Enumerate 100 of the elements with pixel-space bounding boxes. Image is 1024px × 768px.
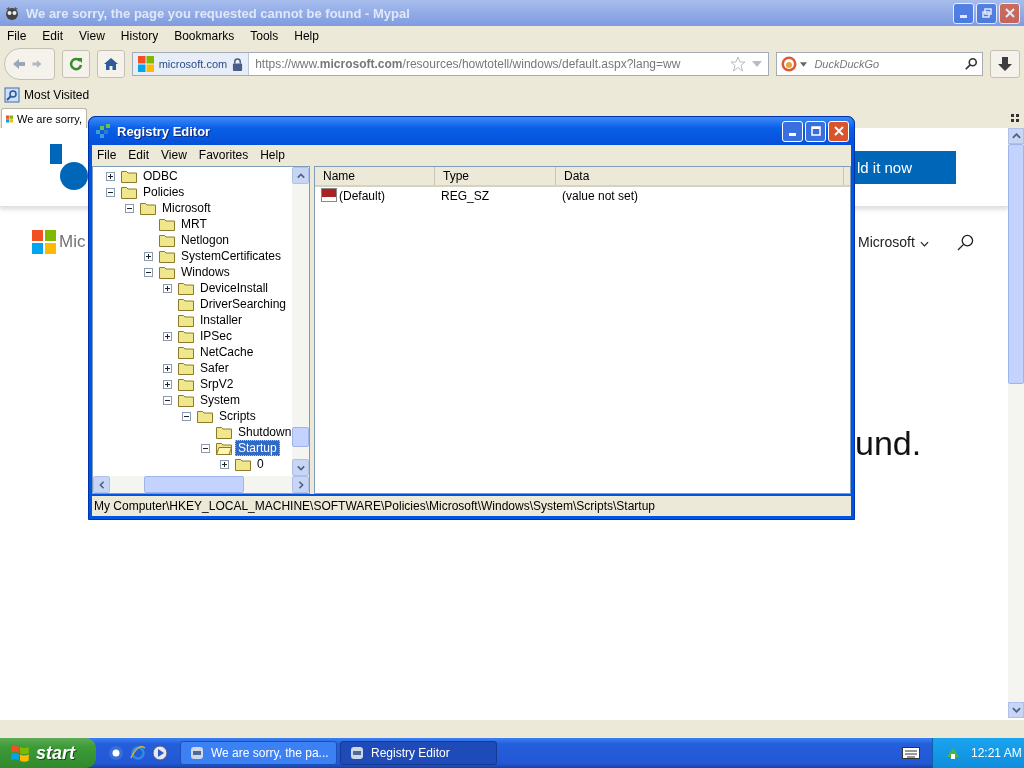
star-icon[interactable] [730,56,747,72]
folder-icon [178,361,194,375]
scroll-left-icon [97,480,106,489]
collapse-icon[interactable] [163,395,172,405]
site-identity-button[interactable]: microsoft.com [132,53,250,75]
home-icon [102,56,119,72]
string-value-icon [321,188,337,204]
menu-item[interactable]: Help [294,29,319,43]
menu-item[interactable]: Bookmarks [174,29,235,43]
expand-icon[interactable] [163,363,172,373]
column-header[interactable]: Type [435,167,556,185]
scroll-thumb[interactable] [1008,144,1024,384]
close-button[interactable] [999,2,1020,24]
menu-item[interactable]: Edit [42,29,64,43]
scroll-thumb[interactable] [292,427,309,447]
taskbar-button[interactable]: We are sorry, the pa... [180,741,337,765]
tree-item[interactable]: Scripts [216,408,259,424]
menu-item[interactable]: History [120,29,159,43]
bookmark-item[interactable]: Most Visited [4,87,90,103]
maximize-button[interactable] [805,120,826,142]
tree-item[interactable]: SrpV2 [197,376,237,392]
expand-icon[interactable] [163,379,172,389]
horizontal-scrollbar[interactable] [93,476,309,493]
close-icon [1003,7,1016,19]
folder-icon [159,217,175,231]
search-icon[interactable] [964,57,979,71]
collapse-icon[interactable] [144,267,153,277]
expand-icon[interactable] [106,171,115,181]
tree-item[interactable]: SystemCertificates [178,248,285,264]
tree-item[interactable]: Policies [140,184,188,200]
tree-item[interactable]: DeviceInstall [197,280,272,296]
logo-icon [137,56,154,72]
expand-icon[interactable] [163,283,172,293]
folder-icon [140,201,156,215]
minimize-icon [960,14,967,18]
vertical-scrollbar[interactable] [1008,128,1024,718]
app-icon[interactable] [108,745,124,761]
nav-link[interactable]: Microsoft [858,234,915,250]
browser-icon[interactable] [130,745,146,761]
collapse-icon[interactable] [125,203,134,213]
window-title: Registry Editor [117,123,212,139]
tree-item[interactable]: System [197,392,243,408]
close-button[interactable] [828,120,849,142]
tree-item[interactable]: 0 [254,456,267,472]
folder-icon [178,345,194,359]
expand-icon[interactable] [144,251,153,261]
menu-item[interactable]: Tools [250,29,279,43]
collapse-icon[interactable] [201,443,210,453]
grip-icon[interactable] [1011,114,1019,122]
restore-button[interactable] [976,2,997,24]
collapse-icon[interactable] [182,411,191,421]
scroll-up-icon [1011,133,1021,139]
status-bar: My Computer\HKEY_LOCAL_MACHINE\SOFTWARE\Policies\Microsoft\Windows\System\Scripts\Startup [92,496,851,516]
tree-item[interactable]: NetCache [197,344,257,360]
header-button[interactable]: ld it now [855,151,956,184]
browser-tab[interactable]: We are sorry, [1,108,87,128]
tree-item[interactable]: Netlogon [178,232,233,248]
expand-icon[interactable] [163,331,172,341]
keyboard-icon[interactable] [902,747,920,759]
menu-item[interactable]: File [97,147,117,162]
tree-item[interactable]: Startup [235,440,280,456]
expand-icon[interactable] [220,459,229,469]
reload-icon [68,56,85,72]
folder-icon [178,377,194,391]
menu-item[interactable]: Favorites [198,147,249,162]
home-button[interactable] [97,50,125,78]
column-header[interactable]: Name [315,167,435,185]
tree-item[interactable]: MRT [178,216,210,232]
menu-item[interactable]: Help [260,147,285,162]
collapse-icon[interactable] [106,187,115,197]
menu-item[interactable]: Edit [128,147,150,162]
clock: 12:21 AM [971,746,1022,760]
tree-item[interactable]: ODBC [140,168,181,184]
menu-item[interactable]: View [79,29,105,43]
vertical-scrollbar[interactable] [292,167,309,476]
minimize-button[interactable] [782,120,803,142]
tree-item[interactable]: Safer [197,360,232,376]
search-box[interactable]: DuckDuckGo [776,52,984,76]
address-field[interactable]: microsoft.com https://www.microsoft.com/resources/howtotell/windows/default.aspx?lang=ww [131,52,770,76]
reload-button[interactable] [62,50,91,78]
column-header[interactable]: Data [556,167,844,185]
value-name: (Default) [339,189,385,203]
taskbar-button[interactable]: Registry Editor [340,741,497,765]
tree-item[interactable]: Windows [178,264,233,280]
start-button[interactable]: start [0,738,96,768]
dropdown-caret-icon[interactable] [800,61,808,67]
media-player-icon[interactable] [152,745,168,761]
scroll-thumb[interactable] [144,476,244,493]
value-data: (value not set) [561,189,640,203]
tree-item[interactable]: IPSec [197,328,235,344]
tree-item[interactable]: DriverSearching [197,296,290,312]
menu-item[interactable]: File [7,29,27,43]
minimize-button[interactable] [953,2,974,24]
menu-item[interactable]: View [161,147,187,162]
search-icon[interactable] [956,233,974,251]
tree-item[interactable]: Shutdown [235,424,292,440]
download-button[interactable] [990,50,1020,78]
tree-item[interactable]: Microsoft [159,200,214,216]
tree-item[interactable]: Installer [197,312,246,328]
folder-icon [159,249,175,263]
